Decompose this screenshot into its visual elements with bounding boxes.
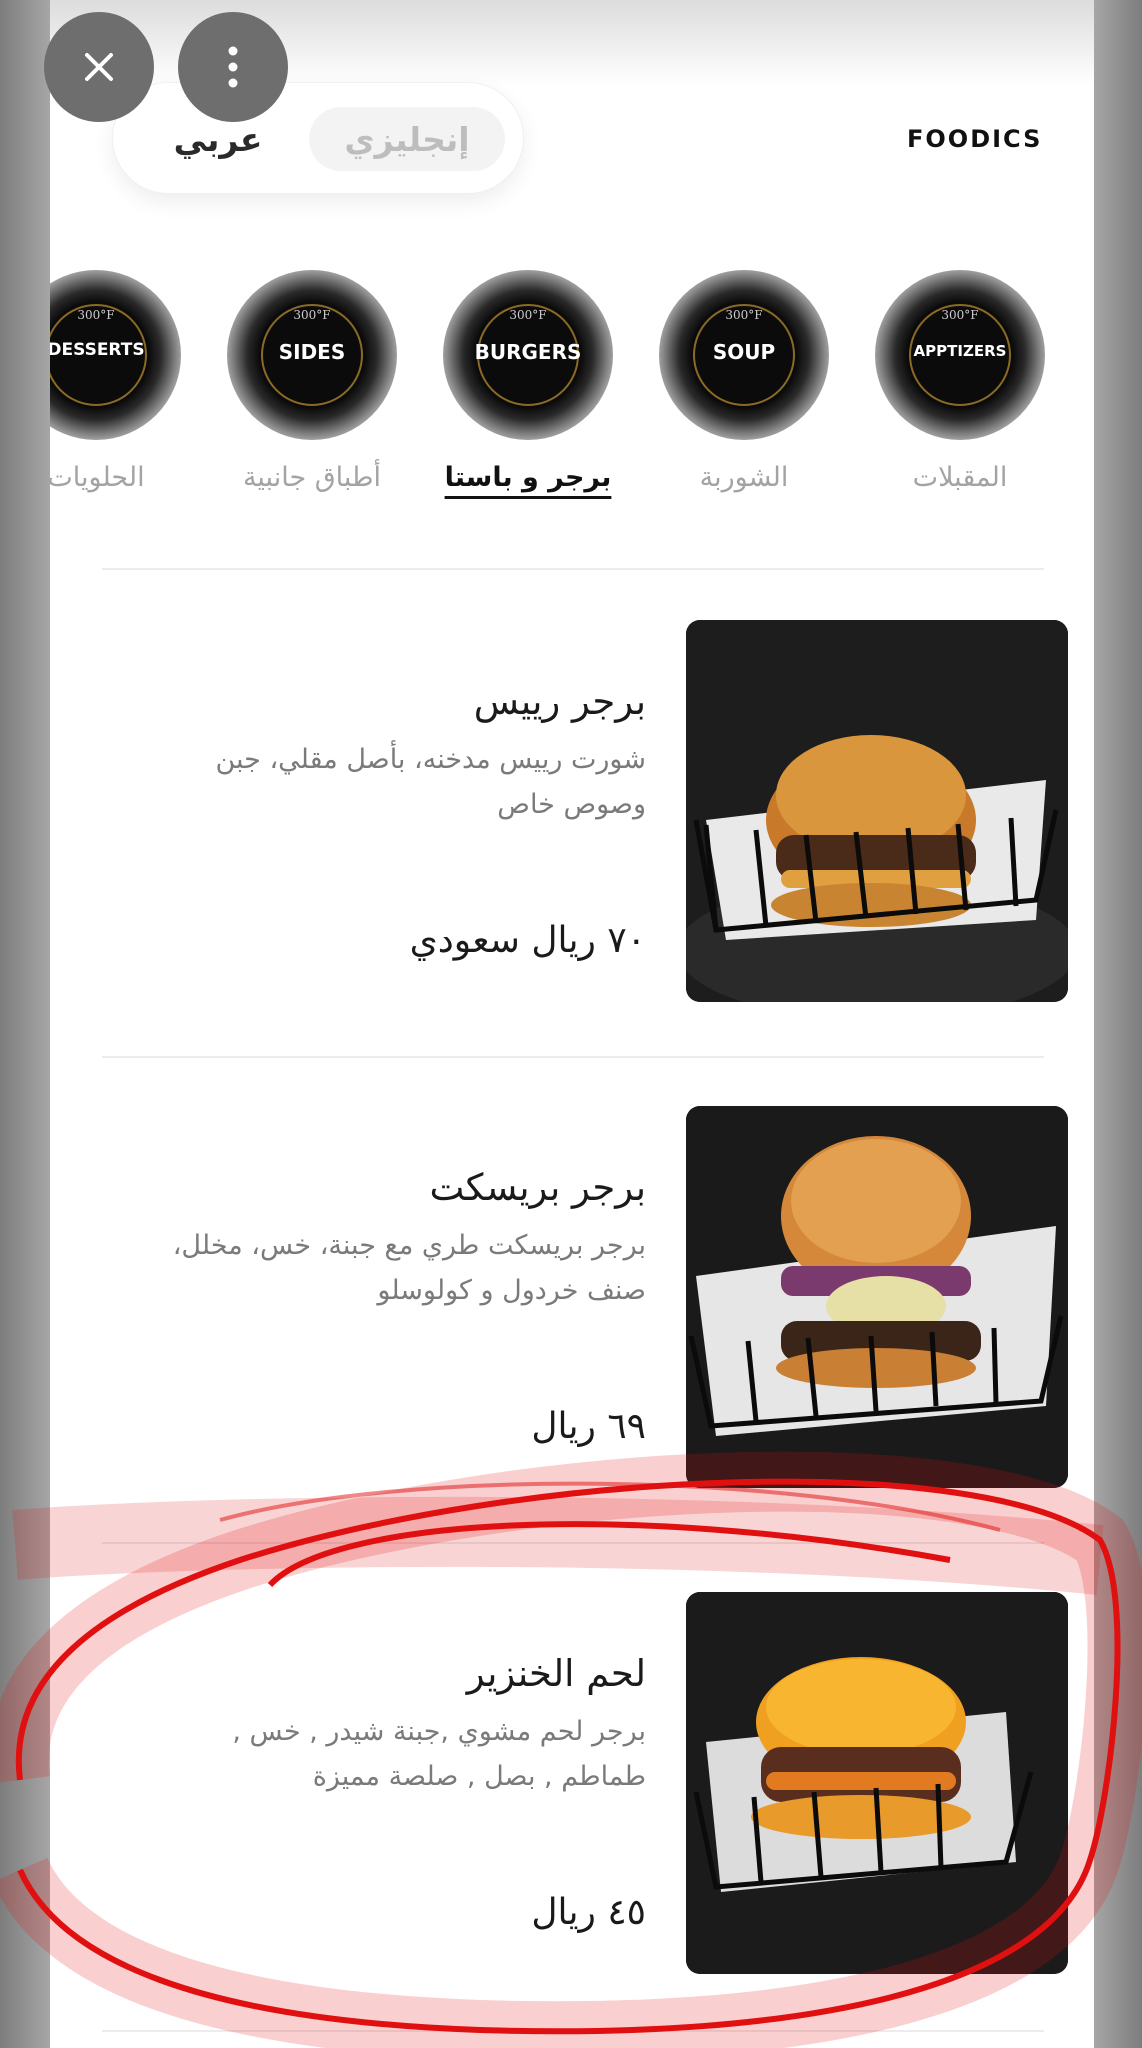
category-label: الحلويات xyxy=(50,462,145,493)
menu-item[interactable]: برجر بريسكت برجر بريسكت طري مع جبنة، خس،… xyxy=(50,1106,1094,1496)
category-label: أطباق جانبية xyxy=(242,462,382,493)
category-sides[interactable]: 300°F SIDES أطباق جانبية xyxy=(222,270,402,493)
category-soup[interactable]: 300°F SOUP الشوربة xyxy=(654,270,834,493)
more-options-button[interactable] xyxy=(178,12,288,122)
menu-page: إنجليزي عربي FOODICS 300°F APPTIZERS الم… xyxy=(50,0,1094,2048)
language-english-button[interactable]: إنجليزي xyxy=(309,107,505,171)
category-appetizers[interactable]: 300°F APPTIZERS المقبلات xyxy=(870,270,1050,493)
item-name: برجر رييس xyxy=(473,680,646,723)
menu-item[interactable]: برجر رييس شورت رييس مدخنه، بأصل مقلي، جب… xyxy=(50,620,1094,1010)
category-burgers[interactable]: 300°F BURGERS برجر و باستا xyxy=(438,270,618,493)
item-description: برجر بريسكت طري مع جبنة، خس، مخلل، صنف خ… xyxy=(172,1230,646,1306)
item-description: شورت رييس مدخنه، بأصل مقلي، جبن وصوص خاص xyxy=(215,744,646,820)
category-label: الشوربة xyxy=(699,462,789,493)
close-icon xyxy=(85,53,113,81)
heart-icon xyxy=(68,1823,112,1863)
item-divider xyxy=(102,1056,1044,1058)
category-image: 300°F APPTIZERS xyxy=(875,270,1045,440)
item-price: ٤٥ ريال xyxy=(531,1892,646,1933)
more-vertical-icon xyxy=(228,46,238,88)
category-image: 300°F DESSERTS xyxy=(50,270,181,440)
item-description: برجر لحم مشوي ,جبنة شيدر , خس , طماطم , … xyxy=(232,1716,646,1792)
language-switch: إنجليزي عربي xyxy=(112,82,524,194)
category-label-active: برجر و باستا xyxy=(444,462,612,493)
burger-photo xyxy=(686,1592,1068,1974)
brand-logo: FOODICS xyxy=(907,125,1043,153)
burger-photo xyxy=(686,1106,1068,1488)
item-name: برجر بريسكت xyxy=(429,1166,646,1209)
item-divider xyxy=(102,1542,1044,1544)
category-label: المقبلات xyxy=(912,462,1008,493)
share-icon xyxy=(66,1966,106,2010)
item-price: ٦٩ ريال xyxy=(531,1406,646,1447)
category-image: 300°F SOUP xyxy=(659,270,829,440)
menu-item[interactable]: لحم الخنزير برجر لحم مشوي ,جبنة شيدر , خ… xyxy=(50,1592,1094,1982)
favorite-button[interactable] xyxy=(60,1813,120,1873)
right-frame-edge xyxy=(1094,0,1142,2048)
item-divider xyxy=(102,2030,1044,2032)
category-desserts[interactable]: 300°F DESSERTS الحلويات xyxy=(50,270,186,493)
left-frame-edge xyxy=(0,0,50,2048)
section-divider xyxy=(102,568,1044,570)
item-price: ٧٠ ريال سعودي xyxy=(409,920,646,961)
close-button[interactable] xyxy=(44,12,154,122)
category-image: 300°F BURGERS xyxy=(443,270,613,440)
burger-photo xyxy=(686,620,1068,1002)
share-button[interactable] xyxy=(56,1958,116,2018)
item-name: لحم الخنزير xyxy=(466,1652,646,1695)
category-image: 300°F SIDES xyxy=(227,270,397,440)
